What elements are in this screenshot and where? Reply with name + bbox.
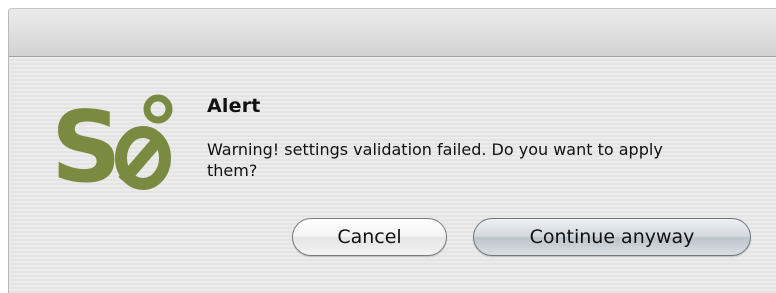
cancel-button[interactable]: Cancel [292, 218, 447, 256]
alert-dialog-window: S Alert Warning! settings validation fai… [8, 8, 776, 293]
dialog-content: S Alert Warning! settings validation fai… [9, 57, 776, 293]
selenium-logo-icon: S [51, 91, 173, 195]
dialog-titlebar[interactable] [9, 9, 776, 57]
svg-text:S: S [51, 91, 122, 195]
alert-title: Alert [207, 95, 261, 117]
alert-message: Warning! settings validation failed. Do … [207, 140, 663, 180]
continue-anyway-button[interactable]: Continue anyway [473, 218, 751, 256]
